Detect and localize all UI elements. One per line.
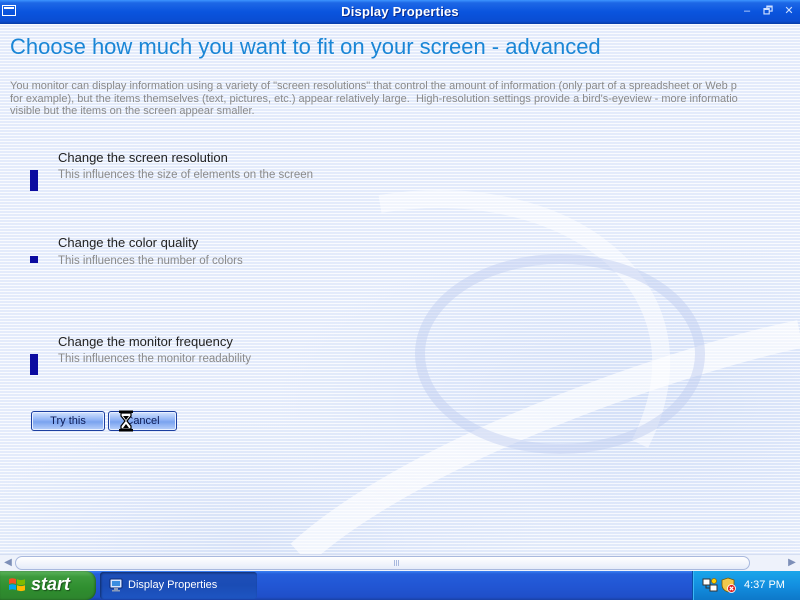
- minimize-button[interactable]: –: [738, 3, 756, 19]
- restore-button[interactable]: 🗗: [759, 3, 777, 19]
- wizard-content: Choose how much you want to fit on your …: [0, 24, 800, 554]
- network-connection-icon[interactable]: [702, 577, 718, 593]
- horizontal-scrollbar[interactable]: ◀ ▶: [0, 554, 800, 571]
- setting-title-color-quality[interactable]: Change the color quality: [58, 235, 198, 250]
- setting-title-frequency[interactable]: Change the monitor frequency: [58, 334, 233, 349]
- frequency-marker[interactable]: [30, 354, 38, 375]
- color-quality-marker[interactable]: [30, 256, 38, 263]
- start-button[interactable]: start: [0, 571, 96, 600]
- taskbar-item-display-properties[interactable]: Display Properties: [100, 572, 257, 599]
- clock[interactable]: 4:37 PM: [744, 579, 785, 591]
- scroll-left-arrow-icon[interactable]: ◀: [1, 556, 15, 570]
- scrollbar-grip-icon: [394, 560, 400, 566]
- start-label: start: [31, 574, 71, 594]
- taskbar: start Display Properties 4:37 PM: [0, 571, 800, 600]
- setting-title-resolution[interactable]: Change the screen resolution: [58, 150, 228, 165]
- scrollbar-thumb[interactable]: [15, 556, 750, 570]
- desktop-screen: Display Properties – 🗗 ✕ Choose how much…: [0, 0, 800, 600]
- display-properties-icon: [109, 578, 123, 592]
- intro-text: You monitor can display information usin…: [10, 80, 738, 117]
- taskbar-item-label: Display Properties: [128, 579, 218, 591]
- window-title: Display Properties: [341, 4, 459, 19]
- cancel-button[interactable]: Cancel: [108, 411, 177, 431]
- resolution-marker[interactable]: [30, 170, 38, 191]
- security-alert-icon[interactable]: [720, 577, 736, 593]
- setting-desc-color-quality: This influences the number of colors: [58, 255, 243, 267]
- setting-desc-frequency: This influences the monitor readability: [58, 353, 252, 365]
- windows-flag-icon: [9, 578, 25, 592]
- setting-desc-resolution: This influences the size of elements on …: [58, 169, 314, 181]
- close-button[interactable]: ✕: [780, 3, 798, 19]
- page-title: Choose how much you want to fit on your …: [10, 34, 601, 59]
- scroll-right-arrow-icon[interactable]: ▶: [785, 556, 799, 570]
- window-titlebar[interactable]: Display Properties – 🗗 ✕: [0, 0, 800, 24]
- try-this-button[interactable]: Try this: [31, 411, 105, 431]
- system-tray: 4:37 PM: [692, 571, 800, 600]
